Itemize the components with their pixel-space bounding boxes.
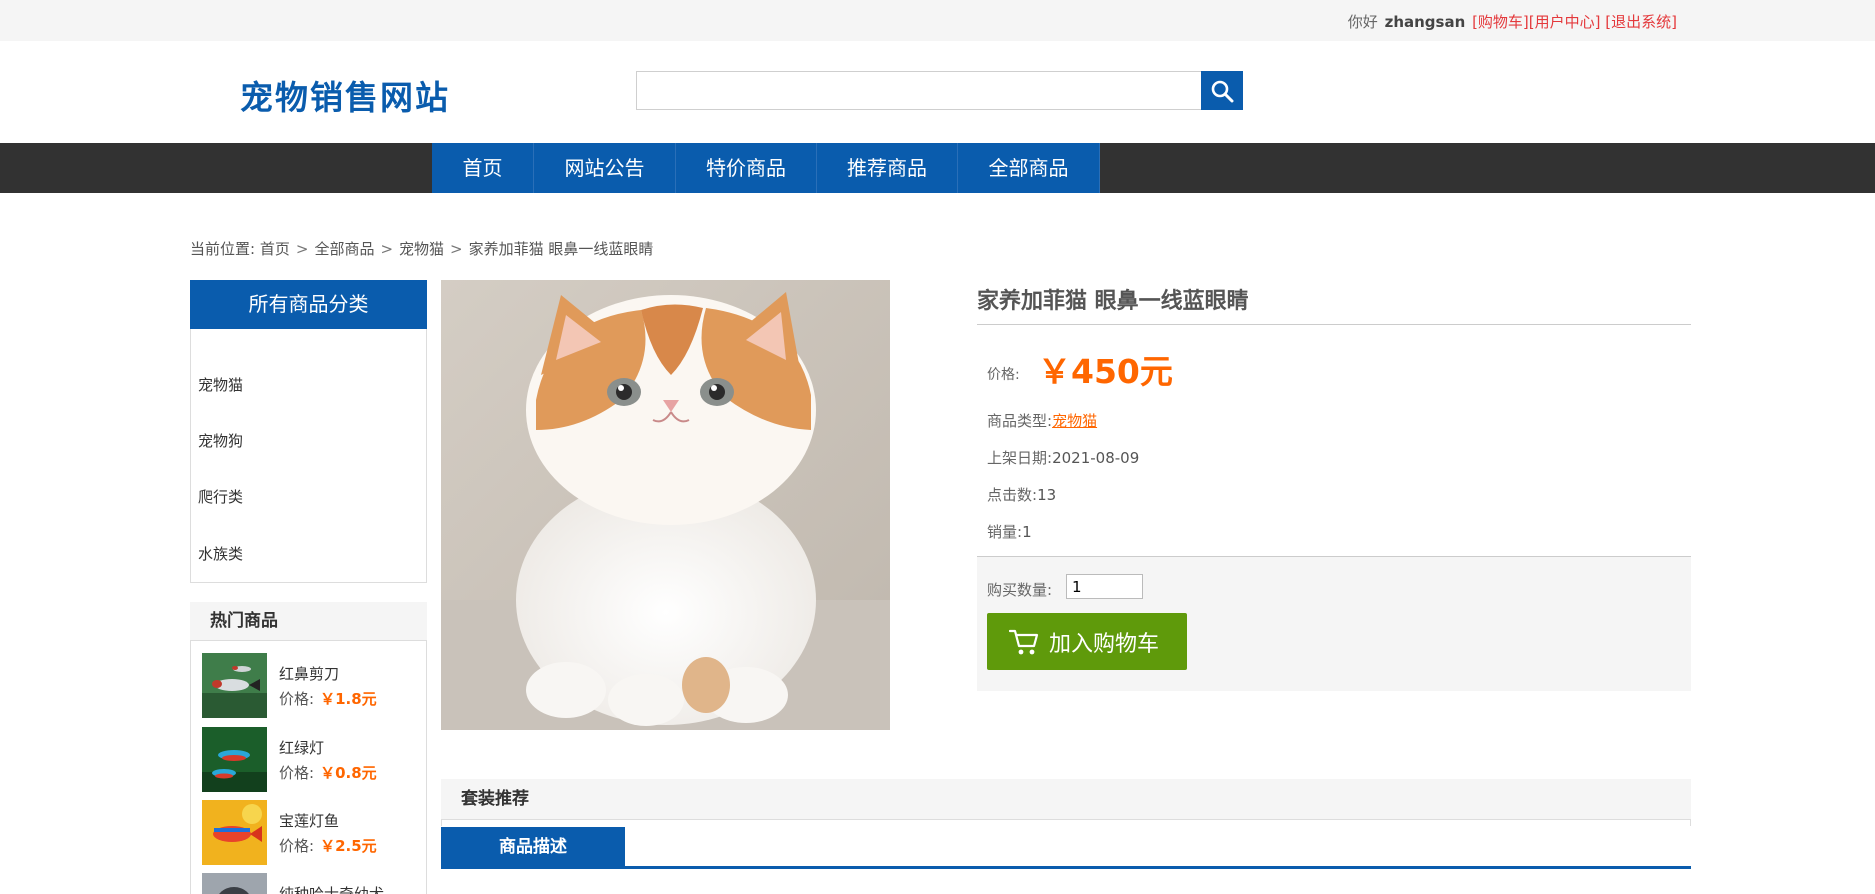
- product-title: 家养加菲猫 眼鼻一线蓝眼睛: [977, 289, 1249, 314]
- product-type-field: 商品类型:宠物猫: [987, 410, 1097, 431]
- product-main-image[interactable]: [441, 280, 890, 730]
- sales-field: 销量:1: [987, 521, 1032, 542]
- quantity-label: 购买数量:: [987, 581, 1053, 599]
- listing-date-value: 2021-08-09: [1052, 449, 1140, 467]
- product-type-link[interactable]: 宠物猫: [1052, 412, 1097, 430]
- category-item-aquatic[interactable]: 水族类: [198, 543, 243, 564]
- logout-link[interactable]: [退出系统]: [1605, 13, 1677, 31]
- product-thumbnail[interactable]: [202, 727, 267, 792]
- quantity-input[interactable]: [1066, 574, 1143, 599]
- product-type-label: 商品类型:: [987, 412, 1053, 430]
- hot-product-name[interactable]: 纯种哈士奇幼犬: [279, 883, 384, 894]
- username: zhangsan: [1384, 13, 1466, 31]
- product-price: ￥450元: [1038, 352, 1173, 391]
- search-icon: [1211, 80, 1234, 103]
- price-label: 价格:: [279, 764, 315, 782]
- divider: [977, 324, 1691, 325]
- product-thumbnail[interactable]: [202, 653, 267, 718]
- listing-date-label: 上架日期:: [987, 449, 1053, 467]
- hot-product-name[interactable]: 红绿灯: [279, 737, 324, 758]
- hot-product-price: ￥0.8元: [320, 764, 377, 782]
- clicks-field: 点击数:13: [987, 484, 1056, 505]
- bundle-section-title: 套装推荐: [441, 779, 1691, 819]
- clicks-label: 点击数:: [987, 486, 1038, 504]
- breadcrumb-prefix: 当前位置:: [190, 240, 256, 258]
- add-to-cart-label: 加入购物车: [1049, 632, 1160, 657]
- breadcrumb-all-products[interactable]: 全部商品: [314, 240, 374, 258]
- price-label: 价格:: [987, 367, 1020, 383]
- cart-link[interactable]: [购物车]: [1472, 13, 1529, 31]
- breadcrumb-home[interactable]: 首页: [260, 240, 290, 258]
- user-links: 你好 zhangsan [购物车][用户中心] [退出系统]: [1348, 11, 1677, 32]
- tab-description[interactable]: 商品描述: [441, 827, 625, 867]
- nav-item-specials[interactable]: 特价商品: [676, 143, 817, 193]
- top-bar: 你好 zhangsan [购物车][用户中心] [退出系统]: [0, 0, 1875, 41]
- add-to-cart-button[interactable]: 加入购物车: [987, 613, 1187, 670]
- shopping-cart-icon: [1009, 629, 1039, 655]
- category-item-reptile[interactable]: 爬行类: [198, 486, 243, 507]
- product-thumbnail[interactable]: [202, 800, 267, 865]
- nav-item-recommended[interactable]: 推荐商品: [817, 143, 958, 193]
- clicks-value: 13: [1037, 486, 1057, 504]
- search-button[interactable]: [1201, 71, 1243, 110]
- price-label: 价格:: [279, 837, 315, 855]
- breadcrumb-category[interactable]: 宠物猫: [399, 240, 444, 258]
- search-input[interactable]: [636, 71, 1202, 110]
- breadcrumb-current: 家养加菲猫 眼鼻一线蓝眼睛: [468, 240, 654, 258]
- hot-product-name[interactable]: 红鼻剪刀: [279, 663, 339, 684]
- greeting-text: 你好: [1347, 13, 1378, 31]
- category-item-cat[interactable]: 宠物猫: [198, 374, 243, 395]
- category-panel: 所有商品分类 宠物猫 宠物狗 爬行类 水族类: [190, 280, 427, 583]
- listing-date-field: 上架日期:2021-08-09: [987, 447, 1139, 468]
- hot-products-panel: 热门商品 红鼻剪刀 价格: ￥1.8元 红绿灯 价格: ￥0.8元 宝莲灯鱼 价…: [190, 602, 427, 894]
- hot-product-item[interactable]: 红绿灯 价格: ￥0.8元: [202, 727, 417, 792]
- category-item-dog[interactable]: 宠物狗: [198, 430, 243, 451]
- hot-product-item[interactable]: 纯种哈士奇幼犬: [202, 873, 417, 894]
- header: 宠物销售网站: [0, 41, 1875, 143]
- hot-product-price: ￥2.5元: [320, 837, 377, 855]
- main-nav: 首页 网站公告 特价商品 推荐商品 全部商品: [0, 143, 1875, 193]
- breadcrumb: 当前位置: 首页 > 全部商品 > 宠物猫 > 家养加菲猫 眼鼻一线蓝眼睛: [190, 240, 654, 258]
- category-panel-title: 所有商品分类: [190, 280, 427, 329]
- hot-products-title: 热门商品: [190, 602, 427, 641]
- sales-value: 1: [1022, 523, 1032, 541]
- nav-item-all-products[interactable]: 全部商品: [958, 143, 1100, 193]
- nav-item-home[interactable]: 首页: [432, 143, 534, 193]
- bundle-section-body: [441, 819, 1691, 826]
- hot-product-name[interactable]: 宝莲灯鱼: [279, 810, 339, 831]
- tab-underline: [441, 866, 1691, 869]
- nav-item-announcements[interactable]: 网站公告: [534, 143, 676, 193]
- site-logo[interactable]: 宠物销售网站: [240, 71, 450, 119]
- hot-product-item[interactable]: 红鼻剪刀 价格: ￥1.8元: [202, 653, 417, 718]
- price-label: 价格:: [279, 690, 315, 708]
- hot-product-item[interactable]: 宝莲灯鱼 价格: ￥2.5元: [202, 800, 417, 865]
- purchase-box: 购买数量: 加入购物车: [977, 556, 1691, 691]
- hot-product-price: ￥1.8元: [320, 690, 377, 708]
- product-thumbnail[interactable]: [202, 873, 267, 894]
- sales-label: 销量:: [987, 523, 1023, 541]
- user-center-link[interactable]: [用户中心]: [1529, 13, 1601, 31]
